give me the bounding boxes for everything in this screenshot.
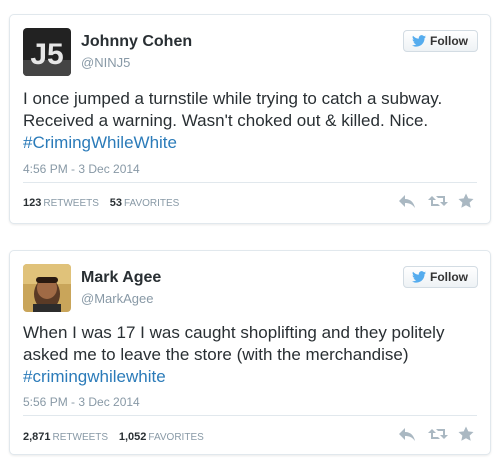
- tweet-stats: 2,871 RETWEETS 1,052 FAVORITES: [23, 431, 204, 443]
- tweet-text-line: When I was 17 I was caught shoplifting a…: [23, 323, 445, 342]
- retweets-label: RETWEETS: [52, 432, 109, 443]
- star-icon[interactable]: [458, 426, 476, 442]
- tweet-card: Mark Agee @MarkAgee Follow When I was 17…: [9, 250, 491, 455]
- author-handle[interactable]: @MarkAgee: [81, 291, 153, 306]
- retweets-count[interactable]: 123: [23, 197, 41, 209]
- follow-label: Follow: [430, 270, 468, 284]
- favorites-label: FAVORITES: [123, 198, 180, 209]
- tweet-text-line: I once jumped a turnstile while trying t…: [23, 89, 443, 108]
- favorites-count[interactable]: 1,052: [119, 431, 147, 443]
- divider: [23, 415, 477, 416]
- avatar[interactable]: [23, 264, 71, 312]
- favorites-count[interactable]: 53: [110, 197, 122, 209]
- retweet-icon[interactable]: [428, 193, 448, 209]
- retweets-count[interactable]: 2,871: [23, 431, 51, 443]
- tweet-timestamp[interactable]: 4:56 PM - 3 Dec 2014: [23, 162, 140, 176]
- hashtag-link[interactable]: #CrimingWhileWhite: [23, 132, 483, 154]
- favorites-label: FAVORITES: [148, 432, 204, 443]
- tweet-actions: [398, 426, 476, 442]
- star-icon[interactable]: [458, 193, 476, 209]
- tweet-timestamp[interactable]: 5:56 PM - 3 Dec 2014: [23, 395, 140, 409]
- tweet-text: When I was 17 I was caught shoplifting a…: [23, 322, 483, 388]
- twitter-bird-icon: [412, 271, 426, 283]
- twitter-bird-icon: [412, 35, 426, 47]
- tweet-stats: 123 RETWEETS 53 FAVORITES: [23, 197, 179, 209]
- tweet-text-line: asked me to leave the store (with the me…: [23, 345, 409, 364]
- reply-icon[interactable]: [398, 193, 416, 209]
- tweet-text-line: Received a warning. Wasn't choked out & …: [23, 111, 429, 130]
- follow-label: Follow: [430, 34, 468, 48]
- tweet-actions: [398, 193, 476, 209]
- avatar[interactable]: J5: [23, 28, 71, 76]
- retweet-icon[interactable]: [428, 426, 448, 442]
- divider: [23, 182, 477, 183]
- author-name[interactable]: Johnny Cohen: [81, 33, 192, 51]
- tweet-text: I once jumped a turnstile while trying t…: [23, 88, 483, 154]
- reply-icon[interactable]: [398, 426, 416, 442]
- retweets-label: RETWEETS: [43, 198, 99, 209]
- author-name[interactable]: Mark Agee: [81, 269, 161, 287]
- avatar-logo-text: J5: [30, 38, 63, 71]
- hashtag-link[interactable]: #crimingwhilewhite: [23, 366, 483, 388]
- follow-button[interactable]: Follow: [403, 266, 478, 288]
- tweet-card: J5 Johnny Cohen @NINJ5 Follow I once jum…: [9, 14, 491, 224]
- author-handle[interactable]: @NINJ5: [81, 55, 130, 70]
- follow-button[interactable]: Follow: [403, 30, 478, 52]
